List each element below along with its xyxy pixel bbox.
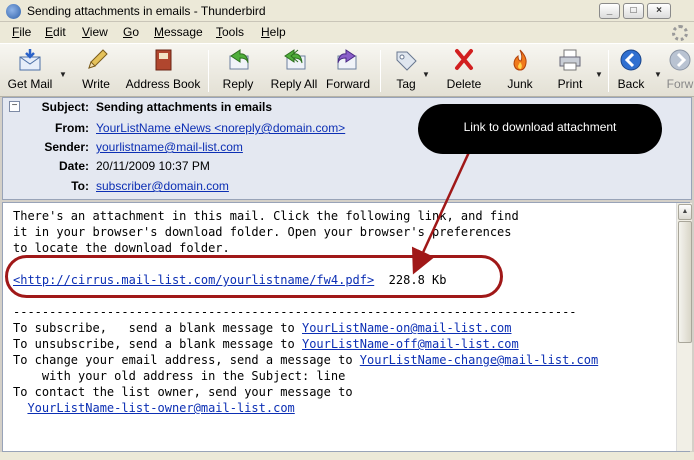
toolbar-separator [208,50,209,92]
sender-label: Sender: [44,140,89,154]
print-label: Print [557,77,583,91]
sender-value[interactable]: yourlistname@mail-list.com [96,140,243,154]
back-dropdown-icon[interactable]: ▼ [654,70,662,79]
reply-button[interactable]: Reply [218,48,258,94]
get-mail-button[interactable]: Get Mail [6,48,54,94]
reply-all-button[interactable]: Reply All [267,48,321,94]
forward-label: Forward [325,77,370,91]
menu-edit[interactable]: Edit [45,25,66,39]
address-book-label: Address Book [125,77,201,91]
back-label: Back [617,77,645,91]
tag-dropdown-icon[interactable]: ▼ [422,70,430,79]
delete-x-icon [455,49,473,70]
callout-text: Link to download attachment [463,120,617,134]
subscribe-email-link[interactable]: YourListName-on@mail-list.com [302,321,512,335]
to-label: To: [71,179,89,193]
menu-file[interactable]: File [12,25,31,39]
junk-button[interactable]: Junk [502,48,538,94]
toolbar-separator [380,50,381,92]
delete-label: Delete [446,77,482,91]
get-mail-label: Get Mail [7,77,53,91]
unsubscribe-email-link[interactable]: YourListName-off@mail-list.com [302,337,519,351]
thunderbird-logo-icon [6,4,21,19]
print-dropdown-icon[interactable]: ▼ [595,70,603,79]
junk-label: Junk [507,77,533,91]
close-button[interactable]: × [647,3,671,19]
window-title: Sending attachments in emails - Thunderb… [27,4,266,18]
toolbar-separator [608,50,609,92]
menu-go[interactable]: Go [123,25,139,39]
toolbar: Get Mail ▼ Write Address Book Reply Repl… [0,43,694,97]
reply-all-icon [284,49,306,70]
activity-throbber-icon [672,25,688,41]
date-value: 20/11/2009 10:37 PM [96,159,210,173]
write-pencil-icon [88,49,108,69]
vertical-scrollbar[interactable]: ▲ [676,203,692,451]
subject-label: Subject: [41,100,89,114]
get-mail-dropdown-icon[interactable]: ▼ [59,70,67,79]
forward-nav-button[interactable]: Forw [666,48,694,94]
write-button[interactable]: Write [76,48,116,94]
tag-button[interactable]: Tag [390,48,422,94]
menu-help[interactable]: Help [261,25,286,39]
tag-icon [396,51,417,71]
forward-button[interactable]: Forward [324,48,372,94]
address-book-icon [155,49,172,71]
reply-icon [229,49,249,70]
owner-address-line: YourListName-list-owner@mail-list.com [13,400,294,416]
change-address-line-2: with your old address in the Subject: li… [13,369,346,383]
change-address-line: To change your email address, send a mes… [13,353,599,367]
printer-icon [559,49,581,71]
forward-nav-label: Forw [666,77,694,91]
forward-icon [337,49,357,70]
maximize-button[interactable]: □ [623,3,644,19]
write-label: Write [82,77,110,91]
to-value[interactable]: subscriber@domain.com [96,179,229,193]
junk-flame-icon [513,49,527,71]
reply-label: Reply [222,77,254,91]
owner-line: To contact the list owner, send your mes… [13,385,353,399]
forward-arrow-icon [669,49,691,71]
back-arrow-icon [620,49,642,71]
from-value[interactable]: YourListName eNews <noreply@domain.com> [96,121,345,135]
back-button[interactable]: Back [614,48,648,94]
from-label: From: [55,121,89,135]
annotation-callout: Link to download attachment [418,104,662,154]
status-bar [0,452,694,460]
menu-tools[interactable]: Tools [216,25,244,39]
print-button[interactable]: Print [552,48,588,94]
change-address-email-link[interactable]: YourListName-change@mail-list.com [360,353,598,367]
body-line: to locate the download folder. [13,241,230,255]
menu-view[interactable]: View [82,25,108,39]
menu-message[interactable]: Message [154,25,203,39]
reply-all-label: Reply All [270,77,318,91]
delete-button[interactable]: Delete [444,48,484,94]
unsubscribe-line: To unsubscribe, send a blank message to … [13,337,519,351]
scroll-thumb[interactable] [678,221,692,343]
attachment-link-highlight [5,255,503,298]
scroll-up-arrow-icon[interactable]: ▲ [678,204,692,220]
body-line: There's an attachment in this mail. Clic… [13,209,519,223]
list-owner-email-link[interactable]: YourListName-list-owner@mail-list.com [27,401,294,415]
minimize-button[interactable]: _ [599,3,620,19]
subject-value: Sending attachments in emails [96,100,273,114]
get-mail-icon [19,49,41,71]
body-line: it in your browser's download folder. Op… [13,225,512,239]
title-bar: Sending attachments in emails - Thunderb… [0,0,694,22]
separator-line: ----------------------------------------… [13,305,577,319]
tag-label: Tag [396,77,416,91]
subscribe-line: To subscribe, send a blank message to Yo… [13,321,512,335]
address-book-button[interactable]: Address Book [125,48,201,94]
menu-bar: File Edit View Go Message Tools Help [0,22,694,43]
message-body: There's an attachment in this mail. Clic… [2,202,690,452]
date-label: Date: [58,159,89,173]
